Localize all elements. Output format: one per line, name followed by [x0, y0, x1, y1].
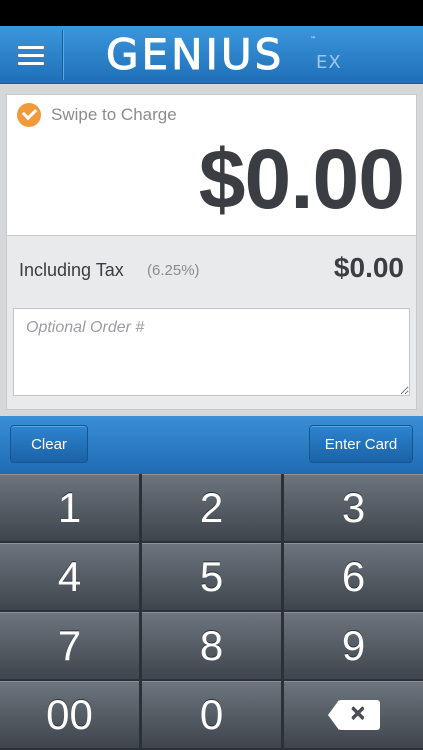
key-1[interactable]: 1 — [0, 474, 139, 541]
key-8[interactable]: 8 — [142, 612, 281, 679]
backspace-icon: ✕ — [327, 700, 380, 730]
logo-sub-text: EX — [316, 52, 342, 73]
tax-rate: (6.25%) — [147, 262, 200, 279]
backspace-x-glyph: ✕ — [349, 704, 367, 726]
action-bar: Clear Enter Card — [0, 416, 423, 474]
menu-icon-bar — [18, 54, 44, 57]
menu-button[interactable] — [0, 26, 62, 84]
key-5[interactable]: 5 — [142, 543, 281, 610]
genius-logo: GENIUS ™ EX — [105, 30, 340, 80]
key-7[interactable]: 7 — [0, 612, 139, 679]
enter-card-button[interactable]: Enter Card — [309, 425, 413, 463]
key-6[interactable]: 6 — [284, 543, 423, 610]
menu-icon-bar — [18, 62, 44, 65]
clear-button[interactable]: Clear — [10, 425, 88, 463]
keypad: 1 2 3 4 5 6 7 8 9 00 0 ✕ — [0, 474, 423, 750]
logo-main-text: GENIUS — [105, 30, 285, 80]
order-field-wrapper — [6, 302, 417, 410]
backspace-icon-tip — [327, 700, 339, 730]
status-bar — [0, 0, 423, 26]
menu-icon — [18, 46, 44, 49]
key-9[interactable]: 9 — [284, 612, 423, 679]
key-4[interactable]: 4 — [0, 543, 139, 610]
tax-label: Including Tax — [19, 260, 124, 280]
swipe-to-charge-label: Swipe to Charge — [51, 105, 177, 124]
key-00[interactable]: 00 — [0, 681, 139, 748]
key-0[interactable]: 0 — [142, 681, 281, 748]
charge-area: Swipe to Charge $0.00 Including Tax (6.2… — [0, 84, 423, 416]
tax-amount: $0.00 — [333, 252, 404, 283]
menu-divider — [62, 30, 63, 80]
key-2[interactable]: 2 — [142, 474, 281, 541]
tax-row: Including Tax (6.25%) $0.00 — [6, 236, 417, 302]
logo-trademark: ™ — [310, 36, 316, 43]
charge-amount: $0.00 — [198, 132, 405, 226]
app-header: GENIUS ™ EX — [0, 26, 423, 84]
check-icon[interactable] — [17, 103, 41, 127]
amount-card: Swipe to Charge $0.00 — [6, 94, 417, 236]
order-number-input[interactable] — [13, 308, 410, 396]
key-3[interactable]: 3 — [284, 474, 423, 541]
backspace-key[interactable]: ✕ — [284, 681, 423, 748]
